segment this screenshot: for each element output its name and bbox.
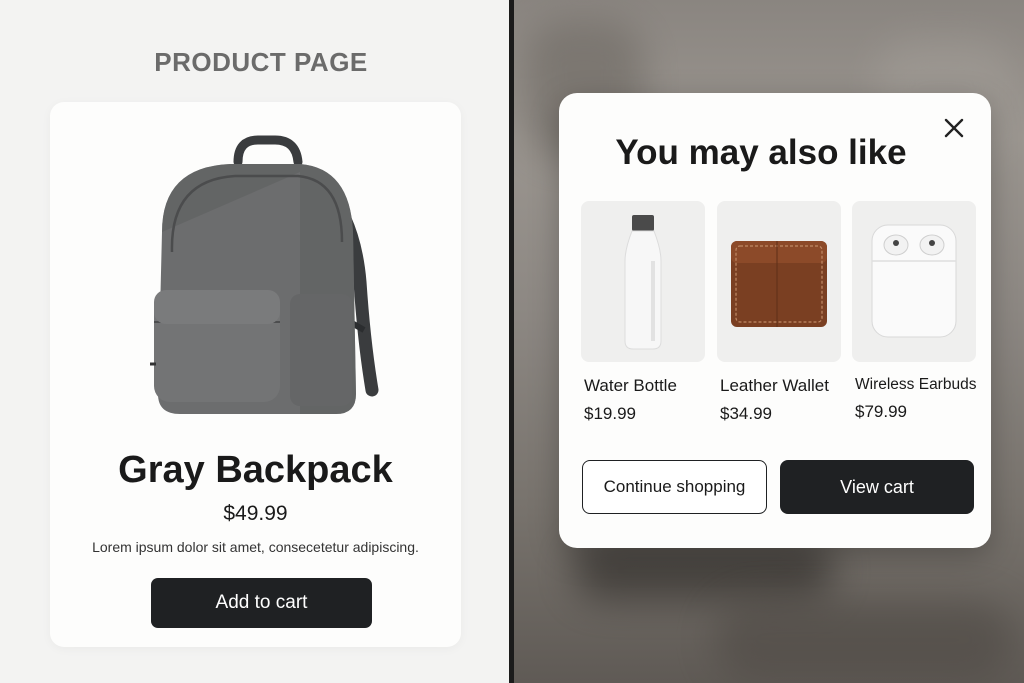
recommendation-item[interactable]: Water Bottle $19.99 [581,201,705,424]
continue-shopping-button[interactable]: Continue shopping [582,460,767,514]
add-to-cart-button[interactable]: Add to cart [151,578,372,628]
view-cart-button[interactable]: View cart [780,460,974,514]
recommendation-item[interactable]: Wireless Earbuds $79.99 [852,201,976,422]
item-price: $34.99 [720,404,772,423]
item-price: $79.99 [855,402,907,421]
earbuds-image [852,201,976,362]
wallet-image [717,201,841,362]
item-name: Leather Wallet [720,376,829,395]
modal-title: You may also like [615,133,907,172]
recommendation-item[interactable]: Leather Wallet $34.99 [717,201,841,424]
product-description: Lorem ipsum dolor sit amet, consecetetur… [92,539,419,555]
item-name: Water Bottle [584,376,677,395]
page-label: PRODUCT PAGE [154,47,368,77]
product-page: PRODUCT PAGE Gray Backpack $49.99 Lorem … [0,0,509,683]
item-price: $19.99 [584,404,636,423]
recommendations-modal: You may also like Water Bottle $19.99 Le… [559,93,991,548]
product-title: Gray Backpack [118,449,393,491]
item-name: Wireless Earbuds [855,376,977,393]
backpack-image [150,135,379,414]
backdrop-shape [574,540,834,600]
product-price: $49.99 [223,502,288,525]
backdrop-shape [714,600,1014,680]
product-card: Gray Backpack $49.99 Lorem ipsum dolor s… [50,102,461,647]
water-bottle-image [581,201,705,362]
